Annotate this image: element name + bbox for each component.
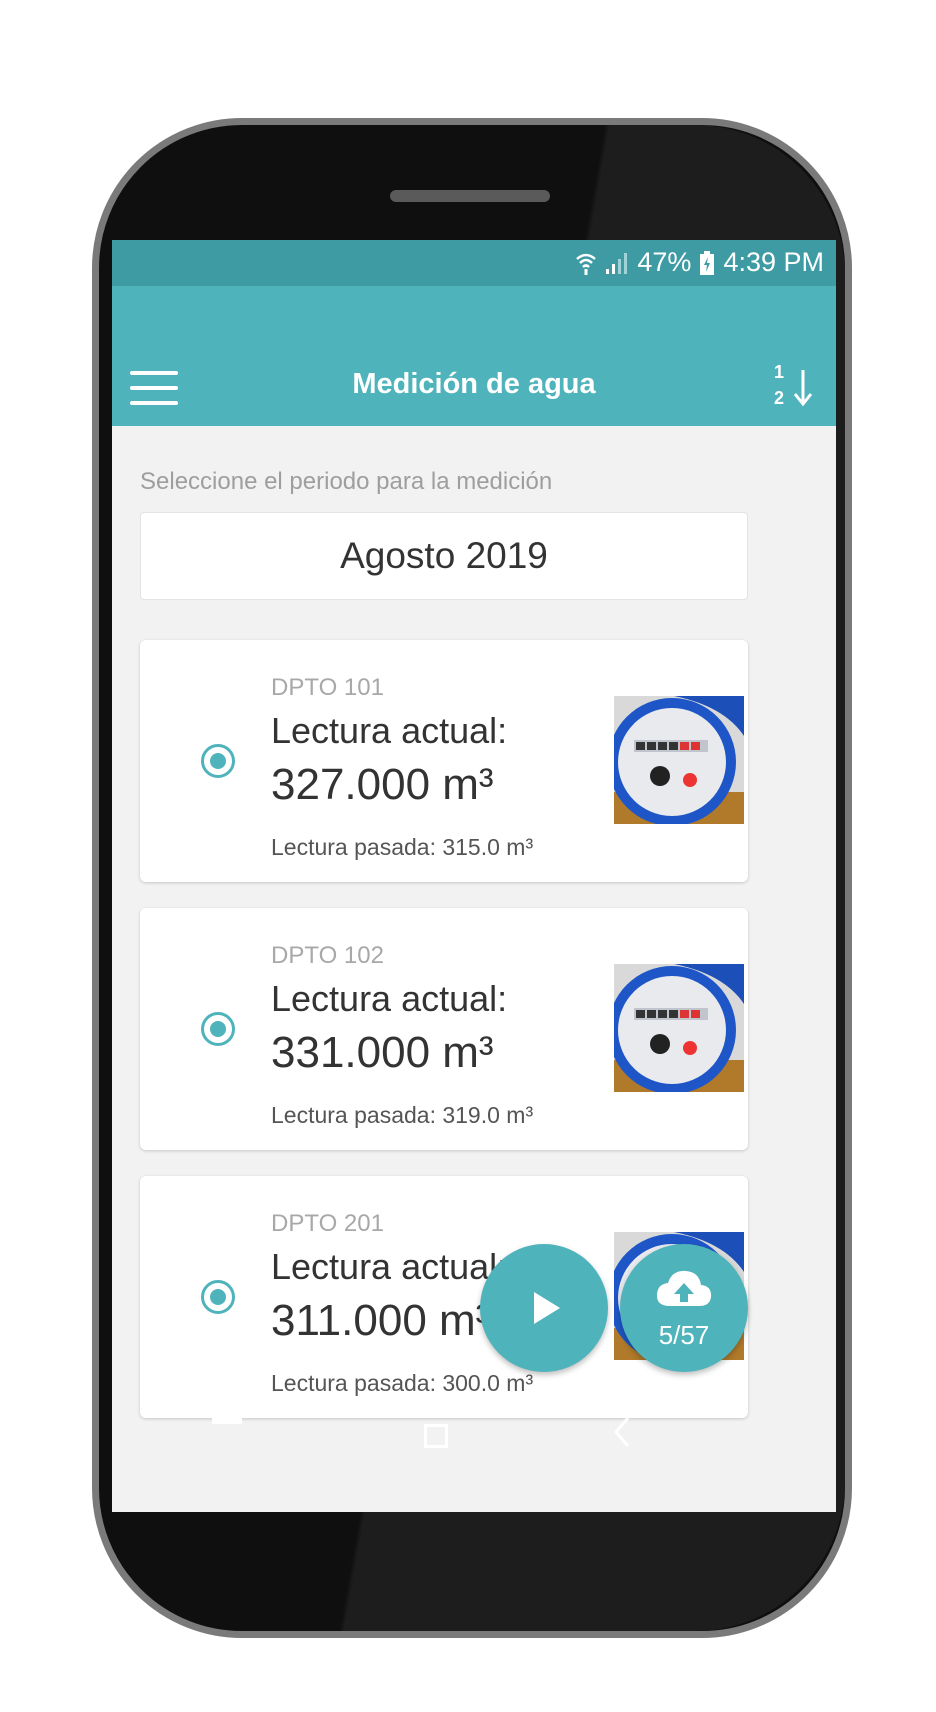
nav-home-icon[interactable] — [424, 1424, 448, 1448]
current-reading-label: Lectura actual: — [271, 978, 508, 1019]
period-label: Seleccione el periodo para la medición — [140, 468, 553, 495]
current-reading-label: Lectura actual: — [271, 710, 508, 751]
current-reading-value: 331.000 m³ — [271, 1028, 494, 1077]
status-time: 4:39 PM — [723, 247, 824, 277]
upload-count: 5/57 — [658, 1320, 710, 1350]
current-reading-value: 327.000 m³ — [271, 760, 494, 809]
status-indicators: 47% 4:39 PM — [575, 247, 824, 278]
android-nav-bar — [112, 1382, 836, 1492]
app-bar: Medición de agua 1 2 — [112, 286, 836, 426]
radio-selected-icon[interactable] — [201, 1012, 235, 1046]
battery-percent: 47% — [637, 247, 692, 277]
sort-arrow-icon — [793, 370, 813, 407]
status-bar: 47% 4:39 PM — [112, 240, 836, 286]
meter-photo[interactable] — [614, 696, 744, 824]
battery-icon — [700, 250, 715, 275]
play-button[interactable] — [480, 1244, 608, 1372]
upload-button[interactable]: 5/57 — [620, 1244, 748, 1372]
dpto-label: DPTO 101 — [271, 674, 384, 701]
previous-reading: Lectura pasada: 319.0 m³ — [271, 1102, 534, 1128]
reading-card[interactable]: DPTO 102 Lectura actual: 331.000 m³ Lect… — [140, 908, 748, 1150]
app-title: Medición de agua — [352, 368, 596, 400]
signal-icon — [606, 252, 628, 274]
radio-selected-icon[interactable] — [201, 744, 235, 778]
play-icon — [534, 1292, 560, 1324]
cloud-upload-icon — [656, 1270, 712, 1306]
sort-numeric-icon[interactable]: 1 2 — [766, 360, 818, 416]
previous-reading: Lectura pasada: 315.0 m³ — [271, 834, 534, 860]
dpto-label: DPTO 201 — [271, 1210, 384, 1237]
nav-recent-icon[interactable] — [212, 1418, 242, 1424]
meter-photo[interactable] — [614, 964, 744, 1092]
radio-selected-icon[interactable] — [201, 1280, 235, 1314]
phone-speaker — [390, 190, 550, 202]
current-reading-value: 311.000 m³ — [271, 1296, 491, 1345]
period-select[interactable]: Agosto 2019 — [140, 512, 748, 600]
app-screen: 47% 4:39 PM Medición de agua 1 2 Selecci… — [112, 240, 836, 1512]
sort-digit-top: 1 — [774, 362, 785, 382]
dpto-label: DPTO 102 — [271, 942, 384, 969]
current-reading-label: Lectura actual: — [271, 1246, 508, 1287]
sort-digit-bottom: 2 — [774, 388, 785, 408]
nav-back-icon[interactable] — [612, 1414, 632, 1450]
wifi-icon — [576, 253, 597, 275]
reading-card[interactable]: DPTO 101 Lectura actual: 327.000 m³ Lect… — [140, 640, 748, 882]
